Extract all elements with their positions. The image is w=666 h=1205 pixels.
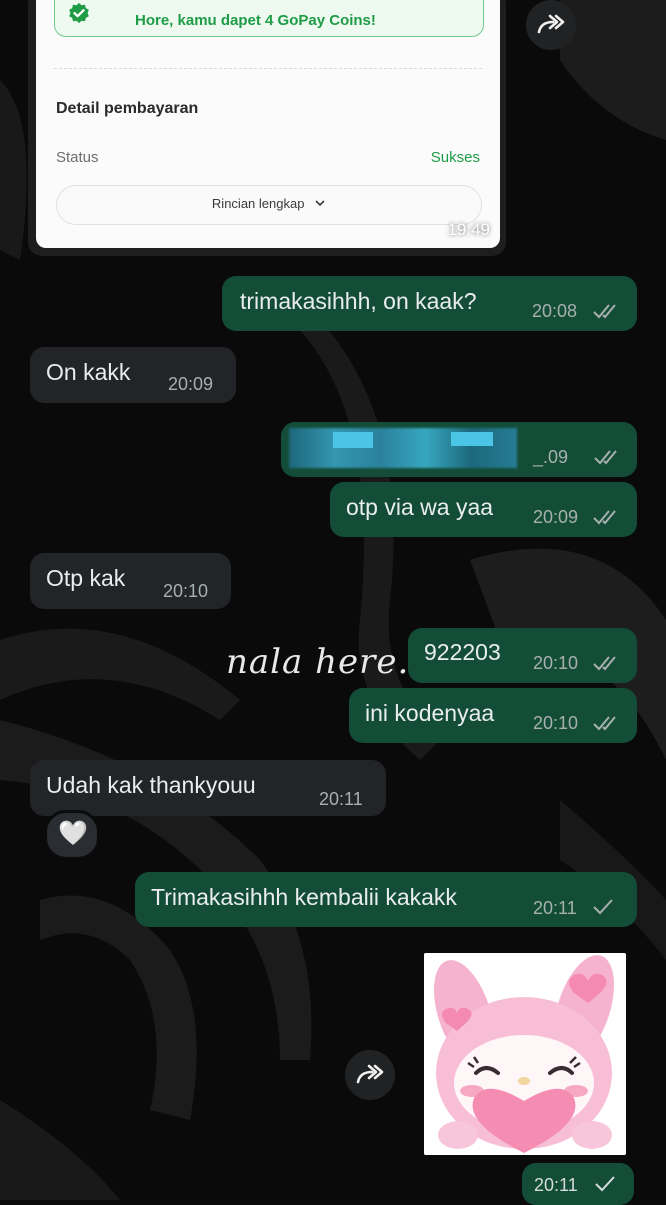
message-text: On kakk (46, 359, 131, 385)
forward-button[interactable] (526, 0, 576, 50)
full-details-button[interactable]: Rincian lengkap (56, 185, 482, 225)
message-bubble-outgoing-redacted[interactable]: _.09 (281, 422, 637, 477)
status-value: Sukses (430, 149, 480, 166)
white-heart-emoji: 🤍 (58, 820, 88, 847)
double-check-icon (593, 510, 616, 525)
message-time: 20:11 (319, 789, 363, 809)
gopay-coins-banner: Hore, kamu dapet 4 GoPay Coins! (54, 0, 484, 37)
message-bubble-incoming[interactable]: On kakk 20:09 (30, 347, 236, 403)
status-label: Status (56, 149, 99, 166)
payment-detail-title: Detail pembayaran (56, 100, 199, 117)
single-check-icon (593, 899, 613, 915)
message-bubble-incoming[interactable]: Otp kak 20:10 (30, 553, 231, 609)
double-check-icon (593, 304, 616, 319)
redacted-text (451, 432, 493, 446)
double-check-icon (594, 450, 617, 465)
message-bubble-outgoing[interactable]: otp via wa yaa 20:09 (330, 482, 637, 537)
message-time: 20:10 (163, 581, 209, 601)
message-time: 20:10 (533, 653, 579, 673)
message-bubble-outgoing[interactable]: 922203 20:10 (408, 628, 637, 683)
double-check-icon (593, 716, 616, 731)
message-bubble-outgoing[interactable]: ini kodenyaa 20:10 (349, 688, 637, 743)
message-time: 19:49 (447, 220, 490, 239)
watermark-text: nala here. (226, 642, 410, 682)
forward-arrow-icon (356, 1064, 384, 1084)
message-text: trimakasihhh, on kaak? (240, 288, 477, 314)
message-bubble-outgoing[interactable]: trimakasihhh, on kaak? 20:08 (222, 276, 637, 331)
forward-arrow-icon (537, 14, 565, 34)
message-time: 20:10 (533, 713, 579, 733)
message-bubble-outgoing[interactable]: Trimakasihhh kembalii kakakk 20:11 (135, 872, 637, 927)
message-time: _.09 (533, 447, 569, 467)
divider (54, 68, 482, 69)
forward-button[interactable] (345, 1050, 395, 1100)
message-time: 20:09 (533, 507, 579, 527)
sticker-message[interactable] (424, 953, 626, 1155)
message-time: 20:09 (168, 374, 214, 394)
message-text: ini kodenyaa (365, 700, 495, 726)
reaction-badge[interactable]: 🤍 (44, 810, 100, 860)
message-text: Trimakasihhh kembalii kakakk (151, 884, 457, 910)
message-text: Udah kak thankyouu (46, 772, 256, 798)
message-time: 20:11 (534, 1175, 578, 1195)
message-text: 922203 (424, 639, 501, 665)
my-melody-sticker-image (424, 953, 626, 1155)
message-text: Otp kak (46, 565, 126, 591)
message-time: 20:11 (533, 898, 577, 918)
message-bubble-incoming[interactable]: Udah kak thankyouu 20:11 (30, 760, 386, 816)
message-text: otp via wa yaa (346, 494, 494, 520)
redacted-text (333, 432, 373, 448)
payment-screenshot[interactable]: Hore, kamu dapet 4 GoPay Coins! Detail p… (36, 0, 500, 248)
message-time: 20:08 (532, 301, 578, 321)
sticker-time-bubble: 20:11 (522, 1163, 634, 1205)
chevron-down-icon (315, 200, 325, 207)
double-check-icon (593, 656, 616, 671)
single-check-icon (595, 1176, 615, 1192)
gopay-coins-text: Hore, kamu dapet 4 GoPay Coins! (135, 12, 376, 29)
verified-check-icon (69, 3, 89, 23)
full-details-label: Rincian lengkap (211, 196, 305, 211)
